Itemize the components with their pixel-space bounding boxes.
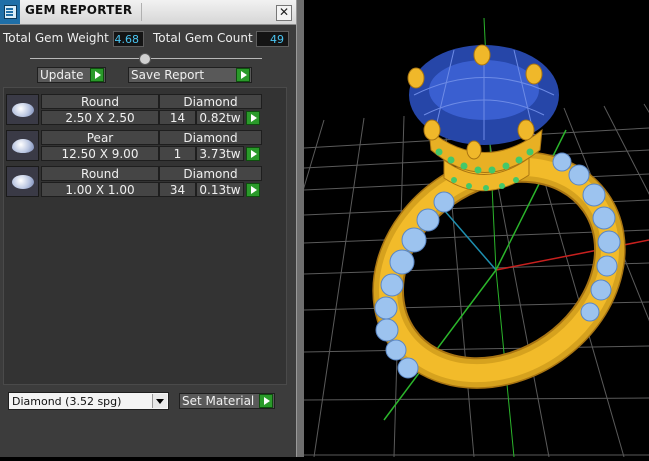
title-separator [141,3,142,21]
gem-size: 12.50 X 9.00 [41,146,159,161]
chevron-down-icon[interactable] [152,394,167,408]
total-gem-weight-value: 4.68 [113,31,144,47]
gem-reporter-panel: GEM REPORTER ✕ Total Gem Weight 4.68 Tot… [0,0,296,457]
gem-weight: 0.13tw [196,182,244,197]
gem-reporter-icon [0,0,20,24]
gem-shape: Pear [41,130,159,145]
title-bar: GEM REPORTER ✕ [0,0,296,25]
window-title: GEM REPORTER [25,3,133,17]
gem-shape: Round [41,94,159,109]
update-button[interactable]: Update [37,67,106,83]
total-gem-weight-label: Total Gem Weight [3,31,109,45]
gem-thumbnail-round [6,94,39,125]
gem-material: Diamond [159,94,262,109]
select-gem-button[interactable] [246,111,260,125]
3d-viewport[interactable] [304,0,649,457]
gem-thumbnail-round [6,166,39,197]
gem-weight: 3.73tw [196,146,244,161]
set-material-button[interactable]: Set Material [179,393,275,409]
material-select-value: Diamond (3.52 spg) [12,395,122,408]
gem-weight: 0.82tw [196,110,244,125]
select-gem-button[interactable] [246,147,260,161]
select-gem-button[interactable] [246,183,260,197]
round-gem-icon [12,103,34,117]
z-axis [443,209,497,271]
gem-size: 2.50 X 2.50 [41,110,159,125]
update-button-label: Update [40,68,84,82]
gem-count: 1 [159,146,196,161]
update-go-icon [90,68,104,82]
gem-size: 1.00 X 1.00 [41,182,159,197]
gem-count: 34 [159,182,196,197]
gem-material: Diamond [159,166,262,181]
gem-shape: Round [41,166,159,181]
round-gem-icon [12,175,34,189]
save-report-go-icon [236,68,250,82]
material-select[interactable]: Diamond (3.52 spg) [8,392,169,410]
gem-material: Diamond [159,130,262,145]
save-report-button[interactable]: Save Report [128,67,252,83]
save-report-button-label: Save Report [131,68,205,82]
total-gem-count-value: 49 [256,31,289,47]
ring-render [304,17,649,457]
pear-gem-icon [12,139,34,153]
gem-count: 14 [159,110,196,125]
total-gem-count-label: Total Gem Count [153,31,253,45]
set-material-button-label: Set Material [182,394,255,408]
panel-divider[interactable] [296,0,304,457]
close-button[interactable]: ✕ [276,5,292,21]
set-material-go-icon [259,394,273,408]
gem-thumbnail-pear [6,130,39,161]
panel-splitter-handle[interactable] [139,53,151,65]
